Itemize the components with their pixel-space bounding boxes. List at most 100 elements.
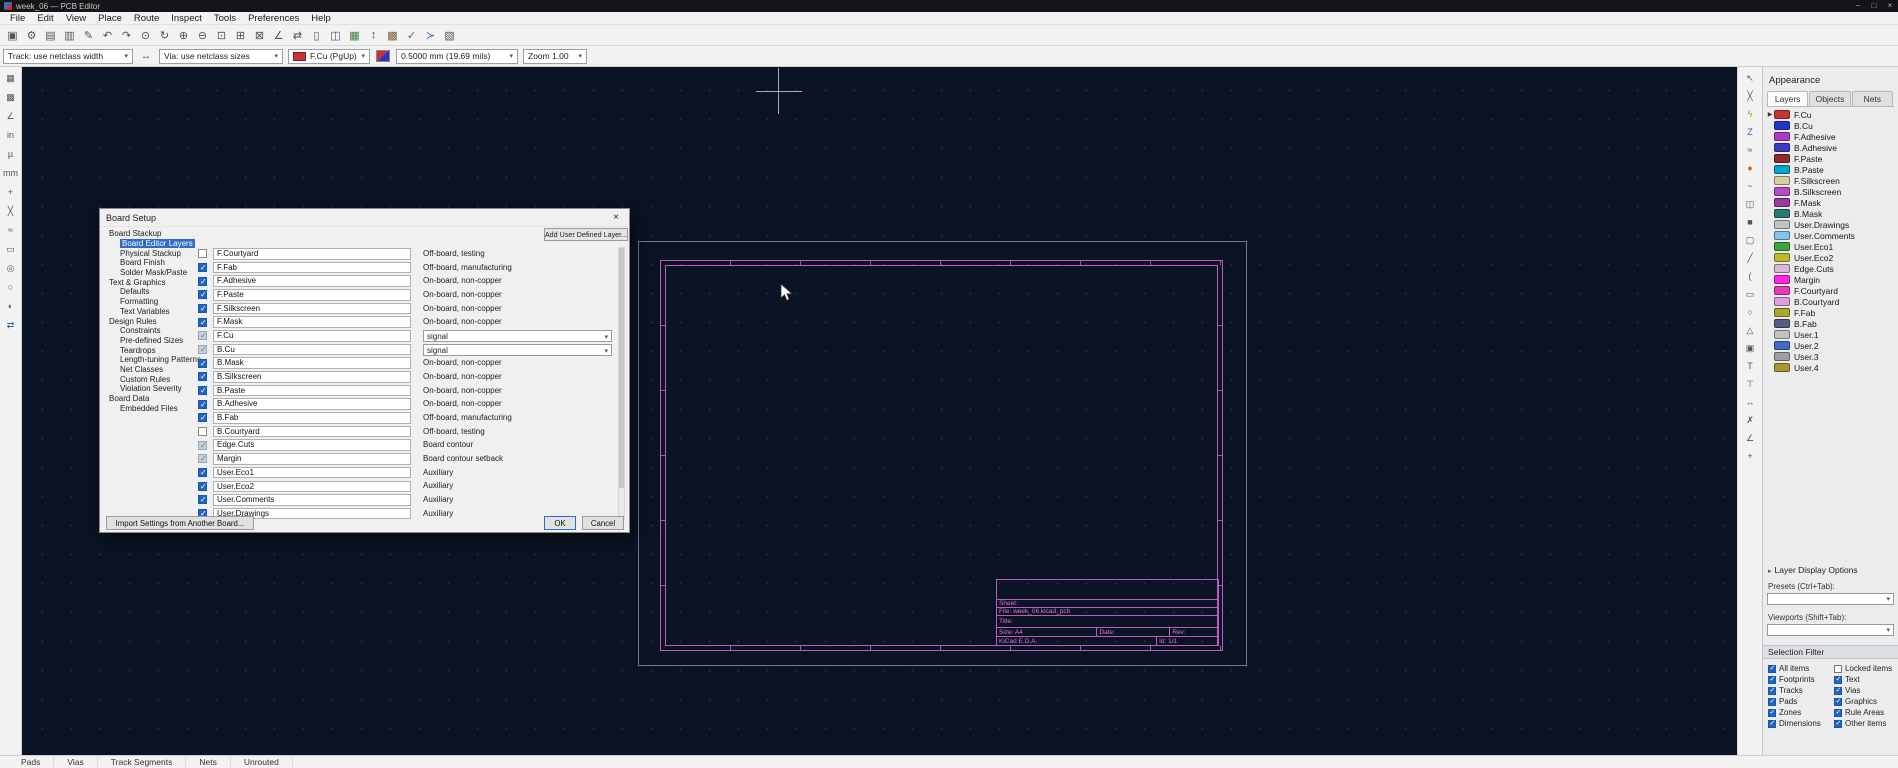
layer-enable-checkbox[interactable] — [198, 386, 207, 396]
layer-type[interactable]: Off-board, testing — [423, 248, 616, 260]
3d-viewer-icon[interactable]: ▩ — [384, 27, 401, 44]
print-icon[interactable]: ▥ — [61, 27, 78, 44]
layer-name-field[interactable]: F.Fab — [213, 261, 411, 274]
units-mm-icon[interactable]: mm — [3, 165, 19, 181]
appearance-layer-row[interactable]: B.Cu — [1765, 120, 1896, 131]
layer-color-swatch[interactable] — [1774, 341, 1790, 350]
refresh-view-icon[interactable]: ↻ — [156, 27, 173, 44]
appearance-layer-row[interactable]: B.Courtyard — [1765, 296, 1896, 307]
tree-item[interactable]: Text & Graphics — [106, 277, 203, 287]
layer-color-swatch[interactable] — [1774, 275, 1790, 284]
filter-checkbox[interactable] — [1834, 664, 1842, 673]
layer-name-field[interactable]: F.Silkscreen — [213, 302, 411, 315]
menu-item[interactable]: Inspect — [165, 13, 208, 24]
layer-color-swatch[interactable] — [1774, 363, 1790, 372]
selection-filter-item[interactable]: Rule Areas — [1834, 707, 1896, 718]
layer-enable-checkbox[interactable] — [198, 399, 207, 409]
layer-name-field[interactable]: F.Courtyard — [213, 248, 411, 260]
layer-name[interactable]: F.Paste — [1794, 154, 1822, 164]
appearance-layer-row[interactable]: User.1 — [1765, 329, 1896, 340]
appearance-layer-row[interactable]: F.Paste — [1765, 153, 1896, 164]
tree-item[interactable]: Board Stackup — [106, 229, 203, 239]
layer-color-swatch[interactable] — [1774, 231, 1790, 240]
layer-enable-checkbox[interactable] — [198, 331, 207, 341]
layer-type[interactable]: On-board, non-copper — [423, 316, 616, 328]
filter-checkbox[interactable] — [1768, 708, 1776, 717]
flip-board-icon[interactable]: ⇄ — [3, 317, 19, 333]
layer-enable-checkbox[interactable] — [198, 263, 207, 272]
zoom-fit-objects-icon[interactable]: ⊞ — [232, 27, 249, 44]
local-ratsnest-icon[interactable]: ╳ — [1742, 88, 1758, 104]
curved-ratsnest-icon[interactable]: ≈ — [3, 222, 19, 238]
group-icon[interactable]: ◫ — [327, 27, 344, 44]
filter-checkbox[interactable] — [1834, 697, 1842, 706]
layer-color-swatch[interactable] — [1774, 209, 1790, 218]
filter-checkbox[interactable] — [1834, 708, 1842, 717]
filter-checkbox[interactable] — [1768, 719, 1776, 728]
lock-icon[interactable]: ▯ — [308, 27, 325, 44]
appearance-layer-row[interactable]: User.Eco2 — [1765, 252, 1896, 263]
menu-item[interactable]: Preferences — [242, 13, 305, 24]
layer-name-field[interactable]: B.Fab — [213, 412, 411, 424]
tree-item[interactable]: Board Finish — [106, 258, 203, 268]
layer-type[interactable]: Auxiliary — [423, 467, 616, 479]
tree-item[interactable]: Board Editor Layers — [106, 239, 203, 249]
layer-type[interactable]: signal — [423, 329, 612, 343]
pad-outline-mode-icon[interactable]: ○ — [3, 279, 19, 295]
layer-name-field[interactable]: User.Comments — [213, 494, 411, 506]
selection-filter-item[interactable]: Vias — [1834, 685, 1896, 696]
script-console-icon[interactable]: ≻ — [422, 27, 439, 44]
tree-item[interactable]: Pre-defined Sizes — [106, 336, 203, 346]
tree-item[interactable]: Defaults — [106, 287, 203, 297]
appearance-layer-row[interactable]: B.Silkscreen — [1765, 186, 1896, 197]
appearance-layer-row[interactable]: B.Paste — [1765, 164, 1896, 175]
tree-item[interactable]: Violation Severity — [106, 384, 203, 394]
plot-icon[interactable]: ✎ — [80, 27, 97, 44]
viewports-select[interactable]: ▾ — [1767, 624, 1894, 636]
layer-name[interactable]: B.Cu — [1794, 121, 1813, 131]
layer-name[interactable]: User.Drawings — [1794, 220, 1849, 230]
layer-name[interactable]: F.Cu — [1794, 110, 1811, 120]
update-pcb-from-schematic-icon[interactable]: ↕ — [365, 27, 382, 44]
place-via-icon[interactable]: ● — [1742, 160, 1758, 176]
menu-item[interactable]: Tools — [208, 13, 242, 24]
reference-image-icon[interactable]: ▣ — [1742, 340, 1758, 356]
selection-filter-item[interactable]: Other items — [1834, 718, 1896, 729]
filter-checkbox[interactable] — [1768, 675, 1776, 684]
appearance-layer-row[interactable]: User.Drawings — [1765, 219, 1896, 230]
add-user-defined-layer-button[interactable]: Add User Defined Layer... — [544, 228, 628, 241]
layer-color-swatch[interactable] — [1774, 176, 1790, 185]
layer-enable-checkbox[interactable] — [198, 468, 207, 478]
layer-enable-checkbox[interactable] — [198, 358, 207, 368]
close-button[interactable]: × — [1882, 0, 1898, 12]
track-outline-mode-icon[interactable]: ▭ — [3, 241, 19, 257]
menu-item[interactable]: Help — [305, 13, 337, 24]
layer-color-swatch[interactable] — [1774, 132, 1790, 141]
layer-enable-checkbox[interactable] — [198, 413, 207, 423]
rule-area-icon[interactable]: ▢ — [1742, 232, 1758, 248]
layer-enable-checkbox[interactable] — [198, 345, 207, 355]
ok-button[interactable]: OK — [544, 516, 576, 530]
zoom-out-icon[interactable]: ⊖ — [194, 27, 211, 44]
zoom-in-icon[interactable]: ⊕ — [175, 27, 192, 44]
undo-icon[interactable]: ↶ — [99, 27, 116, 44]
selection-filter-item[interactable]: Locked items — [1834, 663, 1896, 674]
import-settings-button[interactable]: Import Settings from Another Board... — [106, 516, 254, 530]
tree-item[interactable]: Teardrops — [106, 345, 203, 355]
appearance-tab[interactable]: Layers — [1767, 91, 1809, 106]
layer-name[interactable]: F.Courtyard — [1794, 286, 1838, 296]
dialog-titlebar[interactable]: Board Setup × — [100, 209, 629, 227]
units-mil-icon[interactable]: µ — [3, 146, 19, 162]
draw-arc-icon[interactable]: ( — [1742, 268, 1758, 284]
layer-name[interactable]: User.2 — [1794, 341, 1819, 351]
layer-name[interactable]: Margin — [1794, 275, 1820, 285]
appearance-layer-row[interactable]: User.Comments — [1765, 230, 1896, 241]
layer-name-field[interactable]: Margin — [213, 453, 411, 465]
select-tool-icon[interactable]: ↖ — [1742, 70, 1758, 86]
layer-name-field[interactable]: B.Silkscreen — [213, 371, 411, 383]
track-width-select[interactable]: Track: use netclass width ▾ — [3, 48, 133, 64]
appearance-layer-row[interactable]: User.Eco1 — [1765, 241, 1896, 252]
layer-name[interactable]: B.Paste — [1794, 165, 1824, 175]
layer-color-swatch[interactable] — [1774, 330, 1790, 339]
layer-name[interactable]: User.Comments — [1794, 231, 1855, 241]
